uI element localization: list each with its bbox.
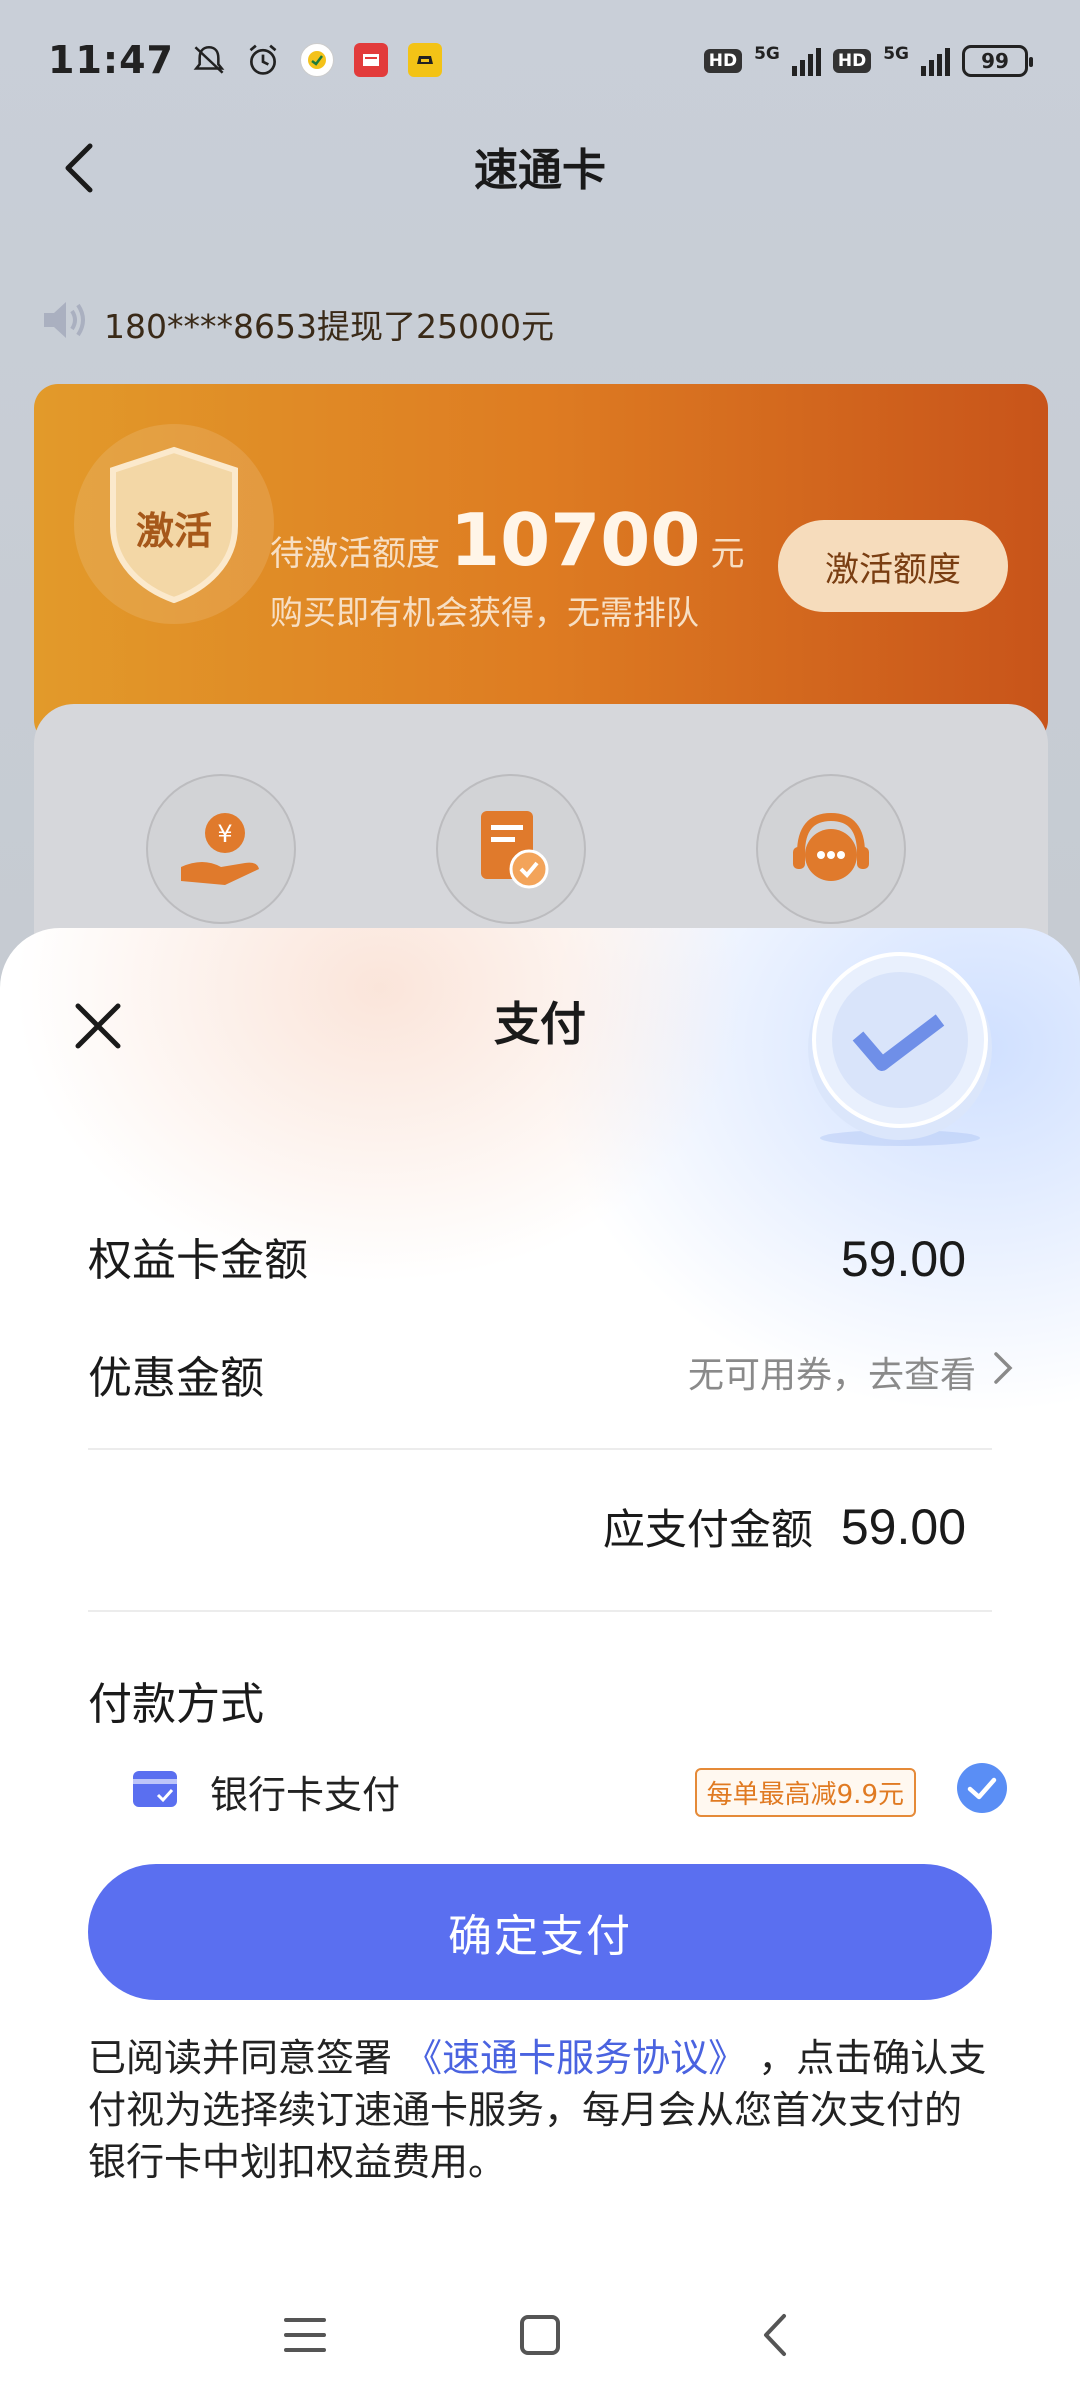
car-app-icon (407, 43, 442, 77)
payment-method-title: 付款方式 (88, 1679, 264, 1730)
news-app-icon (353, 43, 388, 77)
check-coin-icon (808, 952, 992, 1146)
marquee-text: 180****8653提现了25000元 (104, 307, 554, 346)
mute-icon (192, 43, 226, 77)
card-amount-value: 59.00 (840, 1231, 966, 1287)
cash-hand-icon[interactable]: ¥ (146, 774, 296, 924)
agreement-text: 已阅读并同意签署 《速通卡服务协议》 ，点击确认支付视为选择续订速通卡服务，每月… (88, 2032, 992, 2188)
view-coupons-link[interactable]: 无可用券，去查看 (688, 1346, 1014, 1398)
chevron-right-icon (992, 1350, 1014, 1395)
bank-card-label: 银行卡支付 (210, 1772, 401, 1817)
app-notification-icon (299, 43, 334, 77)
card-amount-label: 权益卡金额 (88, 1235, 308, 1286)
shield-label: 激活 (136, 509, 212, 553)
alarm-icon (246, 43, 280, 77)
payable-label: 应支付金额 (602, 1505, 813, 1554)
home-icon[interactable] (515, 2310, 565, 2360)
battery-icon: 99 (962, 45, 1033, 77)
activation-promo-card: 激活 待激活额度 10700 元 购买即有机会获得，无需排队 激活额度 (34, 384, 1048, 744)
system-back-icon[interactable] (752, 2310, 802, 2360)
discount-label: 优惠金额 (88, 1353, 264, 1404)
promo-text: 待激活额度 10700 元 购买即有机会获得，无需排队 (270, 498, 745, 634)
announcement-marquee: 180****8653提现了25000元 (40, 298, 554, 350)
svg-text:¥: ¥ (217, 820, 232, 848)
selected-check-icon[interactable] (956, 1762, 1008, 1814)
menu-icon[interactable] (280, 2310, 330, 2360)
payable-value: 59.00 (840, 1499, 966, 1555)
confirm-pay-button[interactable]: 确定支付 (88, 1864, 992, 2000)
document-check-icon[interactable] (436, 774, 586, 924)
pending-label: 待激活额度 (270, 534, 440, 574)
customer-service-icon[interactable] (756, 774, 906, 924)
network-label-1: 5G (754, 44, 780, 64)
pending-amount: 10700 (450, 498, 701, 582)
shield-badge: 激活 (74, 424, 274, 624)
payment-sheet: 支付 权益卡金额 59.00 优惠金额 无可用券，去查看 应支付金额 59.00… (0, 928, 1080, 2400)
divider (88, 1610, 992, 1612)
service-agreement-link[interactable]: 《速通卡服务协议》 (404, 2036, 746, 2080)
signal-icon-2 (921, 46, 950, 76)
system-nav-bar (0, 2270, 1080, 2400)
nav-bar: 速通卡 (0, 120, 1080, 212)
payable-row: 应支付金额 59.00 (603, 1496, 966, 1557)
hd-badge-2: HD (832, 49, 872, 73)
back-arrow-icon[interactable] (52, 138, 112, 198)
discount-badge: 每单最高减9.9元 (694, 1768, 916, 1817)
speaker-icon (40, 298, 90, 350)
hd-badge-1: HD (703, 49, 743, 73)
page-title: 速通卡 (474, 145, 606, 196)
bank-card-icon (132, 1769, 178, 1813)
bank-card-option[interactable]: 银行卡支付 每单最高减9.9元 (132, 1756, 1008, 1826)
signal-icon-1 (791, 46, 821, 76)
amount-unit: 元 (710, 534, 745, 574)
agreement-prefix: 已阅读并同意签署 (88, 2036, 393, 2080)
divider (88, 1448, 992, 1450)
promo-subtitle: 购买即有机会获得，无需排队 (270, 593, 699, 632)
status-time: 11:47 (48, 38, 174, 82)
network-label-2: 5G (883, 44, 909, 64)
status-bar: 11:47 HD 5G HD 5G 99 (0, 0, 1080, 120)
shield-icon: 激活 (110, 446, 238, 604)
activate-credit-button[interactable]: 激活额度 (778, 520, 1008, 612)
coupon-link-text: 无可用券，去查看 (687, 1355, 976, 1396)
